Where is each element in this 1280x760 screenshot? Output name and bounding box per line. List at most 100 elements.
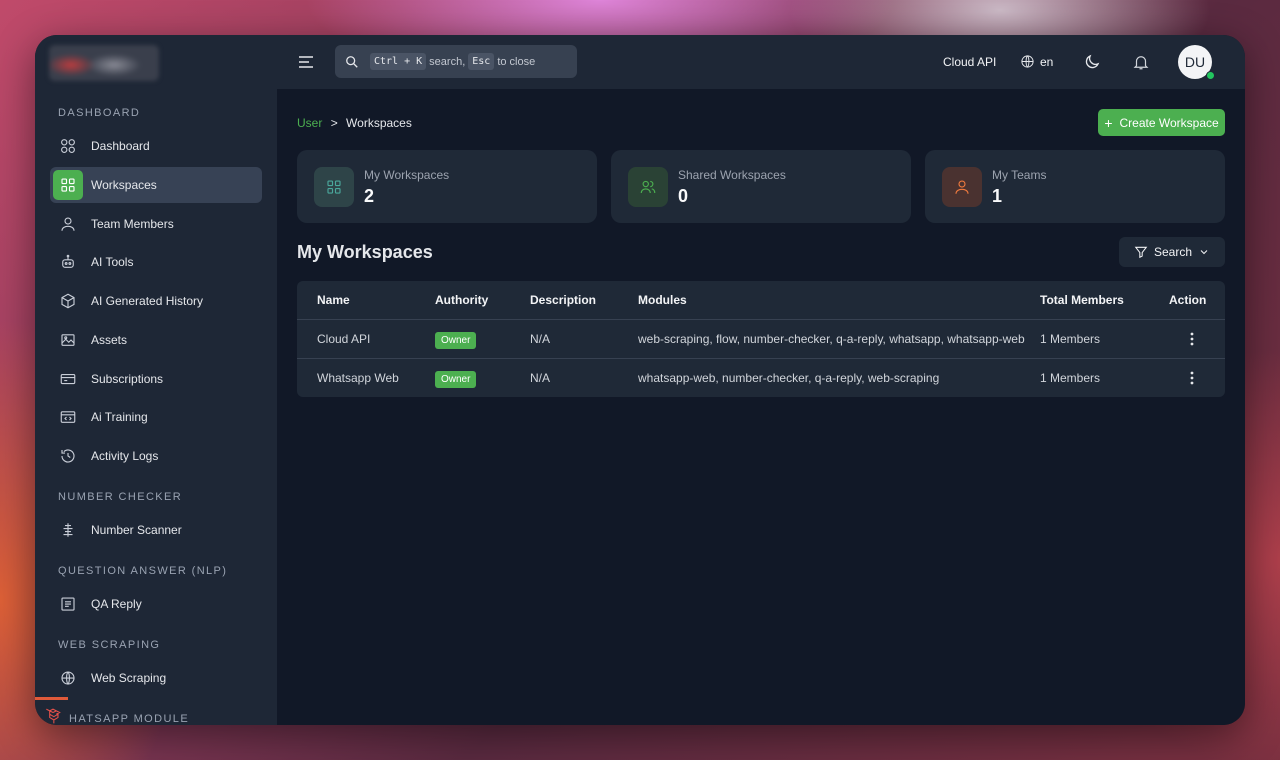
language-label: en bbox=[1040, 54, 1054, 69]
table-header-row: Name Authority Description Modules Total… bbox=[297, 281, 1225, 319]
globe-icon bbox=[53, 663, 83, 693]
plus-icon: + bbox=[1104, 114, 1113, 131]
topbar: Ctrl + K search, Esc to close Cloud API … bbox=[277, 35, 1245, 89]
create-workspace-button[interactable]: + Create Workspace bbox=[1098, 109, 1225, 136]
table-row[interactable]: Cloud API Owner N/A web-scraping, flow, … bbox=[297, 319, 1225, 358]
document-icon bbox=[53, 589, 83, 619]
stat-card-shared-workspaces: Shared Workspaces 0 bbox=[611, 150, 911, 223]
image-icon bbox=[53, 325, 83, 355]
history-icon bbox=[53, 441, 83, 471]
sidebar-item-team-members[interactable]: Team Members bbox=[50, 206, 262, 242]
stat-value: 0 bbox=[678, 186, 689, 206]
user-icon bbox=[53, 209, 83, 239]
breadcrumb: User > Workspaces bbox=[297, 116, 412, 130]
workspace-name[interactable]: Cloud API bbox=[317, 332, 370, 346]
table-row[interactable]: Whatsapp Web Owner N/A whatsapp-web, num… bbox=[297, 358, 1225, 397]
sidebar-item-number-scanner[interactable]: Number Scanner bbox=[50, 512, 262, 548]
grid-icon bbox=[314, 167, 354, 207]
filter-label: Search bbox=[1153, 245, 1193, 259]
sidebar-item-subscriptions[interactable]: Subscriptions bbox=[50, 361, 262, 397]
authority-cell: Owner bbox=[435, 371, 477, 388]
search-filter-button[interactable]: Search bbox=[1119, 237, 1225, 267]
sidebar-item-label: AI Generated History bbox=[91, 294, 204, 308]
stat-label: Shared Workspaces bbox=[678, 168, 786, 182]
robot-icon bbox=[53, 247, 83, 277]
stat-card-my-workspaces: My Workspaces 2 bbox=[297, 150, 597, 223]
sidebar-item-label: Web Scraping bbox=[91, 671, 167, 685]
code-window-icon bbox=[53, 402, 83, 432]
sidebar-item-qa-reply[interactable]: QA Reply bbox=[50, 586, 262, 622]
grid-icon bbox=[53, 170, 83, 200]
sidebar-item-dashboard[interactable]: Dashboard bbox=[50, 128, 262, 164]
breadcrumb-user[interactable]: User bbox=[297, 116, 322, 130]
column-header-total-members[interactable]: Total Members bbox=[1040, 293, 1124, 307]
sidebar-item-web-scraping[interactable]: Web Scraping bbox=[50, 660, 262, 696]
workspace-name[interactable]: Whatsapp Web bbox=[317, 371, 399, 385]
sidebar-item-label: Activity Logs bbox=[91, 449, 159, 463]
members-cell: 1 Members bbox=[1040, 332, 1101, 346]
search-hint-close: to close bbox=[497, 55, 536, 68]
scanner-icon bbox=[53, 515, 83, 545]
moon-icon[interactable] bbox=[1083, 53, 1101, 71]
sidebar-item-label: Number Scanner bbox=[91, 523, 182, 537]
breadcrumb-current: Workspaces bbox=[346, 116, 412, 130]
modules-cell: whatsapp-web, number-checker, q-a-reply,… bbox=[638, 371, 940, 385]
sidebar-section-qa: QUESTION ANSWER (NLP) bbox=[58, 565, 228, 577]
sidebar-item-label: AI Tools bbox=[91, 255, 134, 269]
workspace-switcher[interactable]: Cloud API bbox=[943, 55, 996, 69]
bell-icon[interactable] bbox=[1132, 53, 1150, 71]
sidebar-item-label: Assets bbox=[91, 333, 128, 347]
card-icon bbox=[53, 364, 83, 394]
menu-icon[interactable] bbox=[297, 53, 315, 71]
user-icon bbox=[942, 167, 982, 207]
column-header-action: Action bbox=[1169, 293, 1207, 307]
app-logo[interactable] bbox=[49, 45, 159, 81]
users-icon bbox=[628, 167, 668, 207]
sidebar-item-ai-tools[interactable]: AI Tools bbox=[50, 244, 262, 280]
online-status-dot bbox=[1206, 71, 1215, 80]
chevron-down-icon bbox=[1200, 250, 1208, 255]
column-header-name[interactable]: Name bbox=[317, 293, 350, 307]
search-hint: search, bbox=[429, 55, 466, 68]
laravel-icon[interactable] bbox=[43, 705, 63, 725]
sidebar-item-ai-training[interactable]: Ai Training bbox=[50, 399, 262, 435]
globe-icon bbox=[1021, 55, 1034, 68]
progress-indicator bbox=[35, 697, 68, 700]
column-header-authority[interactable]: Authority bbox=[435, 293, 488, 307]
more-options-icon[interactable] bbox=[1190, 371, 1194, 385]
column-header-description[interactable]: Description bbox=[530, 293, 596, 307]
modules-cell: web-scraping, flow, number-checker, q-a-… bbox=[638, 332, 1025, 346]
sidebar-section-number-checker: NUMBER CHECKER bbox=[58, 491, 183, 503]
search-input[interactable]: Ctrl + K search, Esc to close bbox=[335, 45, 577, 78]
workspaces-table: Name Authority Description Modules Total… bbox=[297, 281, 1225, 397]
language-switcher[interactable]: en bbox=[1020, 54, 1053, 69]
cube-icon bbox=[53, 286, 83, 316]
dashboard-icon bbox=[53, 131, 83, 161]
stat-label: My Workspaces bbox=[364, 168, 450, 182]
kbd-esc: Esc bbox=[468, 53, 495, 70]
sidebar-item-label: Ai Training bbox=[91, 410, 148, 424]
kbd-ctrl-k: Ctrl + K bbox=[370, 53, 427, 70]
stat-card-my-teams: My Teams 1 bbox=[925, 150, 1225, 223]
main-content: User > Workspaces + Create Workspace My … bbox=[277, 89, 1245, 725]
sidebar-item-activity-logs[interactable]: Activity Logs bbox=[50, 438, 262, 474]
sidebar: DASHBOARD Dashboard Workspaces Team Memb… bbox=[35, 35, 277, 725]
sidebar-item-label: Workspaces bbox=[91, 178, 157, 192]
stat-value: 2 bbox=[364, 186, 375, 206]
create-workspace-label: Create Workspace bbox=[1119, 115, 1219, 130]
sidebar-item-label: Team Members bbox=[91, 217, 174, 231]
description-cell: N/A bbox=[530, 332, 551, 346]
sidebar-item-label: Dashboard bbox=[91, 139, 150, 153]
sidebar-item-label: QA Reply bbox=[91, 597, 142, 611]
sidebar-section-whatsapp: HATSAPP MODULE bbox=[69, 713, 190, 725]
members-cell: 1 Members bbox=[1040, 371, 1101, 385]
sidebar-item-assets[interactable]: Assets bbox=[50, 322, 262, 358]
sidebar-item-workspaces[interactable]: Workspaces bbox=[50, 167, 262, 203]
column-header-modules[interactable]: Modules bbox=[638, 293, 687, 307]
owner-badge: Owner bbox=[435, 371, 477, 388]
stat-value: 1 bbox=[992, 186, 1003, 206]
owner-badge: Owner bbox=[435, 332, 477, 349]
sidebar-item-ai-generated-history[interactable]: AI Generated History bbox=[50, 283, 262, 319]
more-options-icon[interactable] bbox=[1190, 332, 1194, 346]
search-icon bbox=[346, 55, 358, 68]
